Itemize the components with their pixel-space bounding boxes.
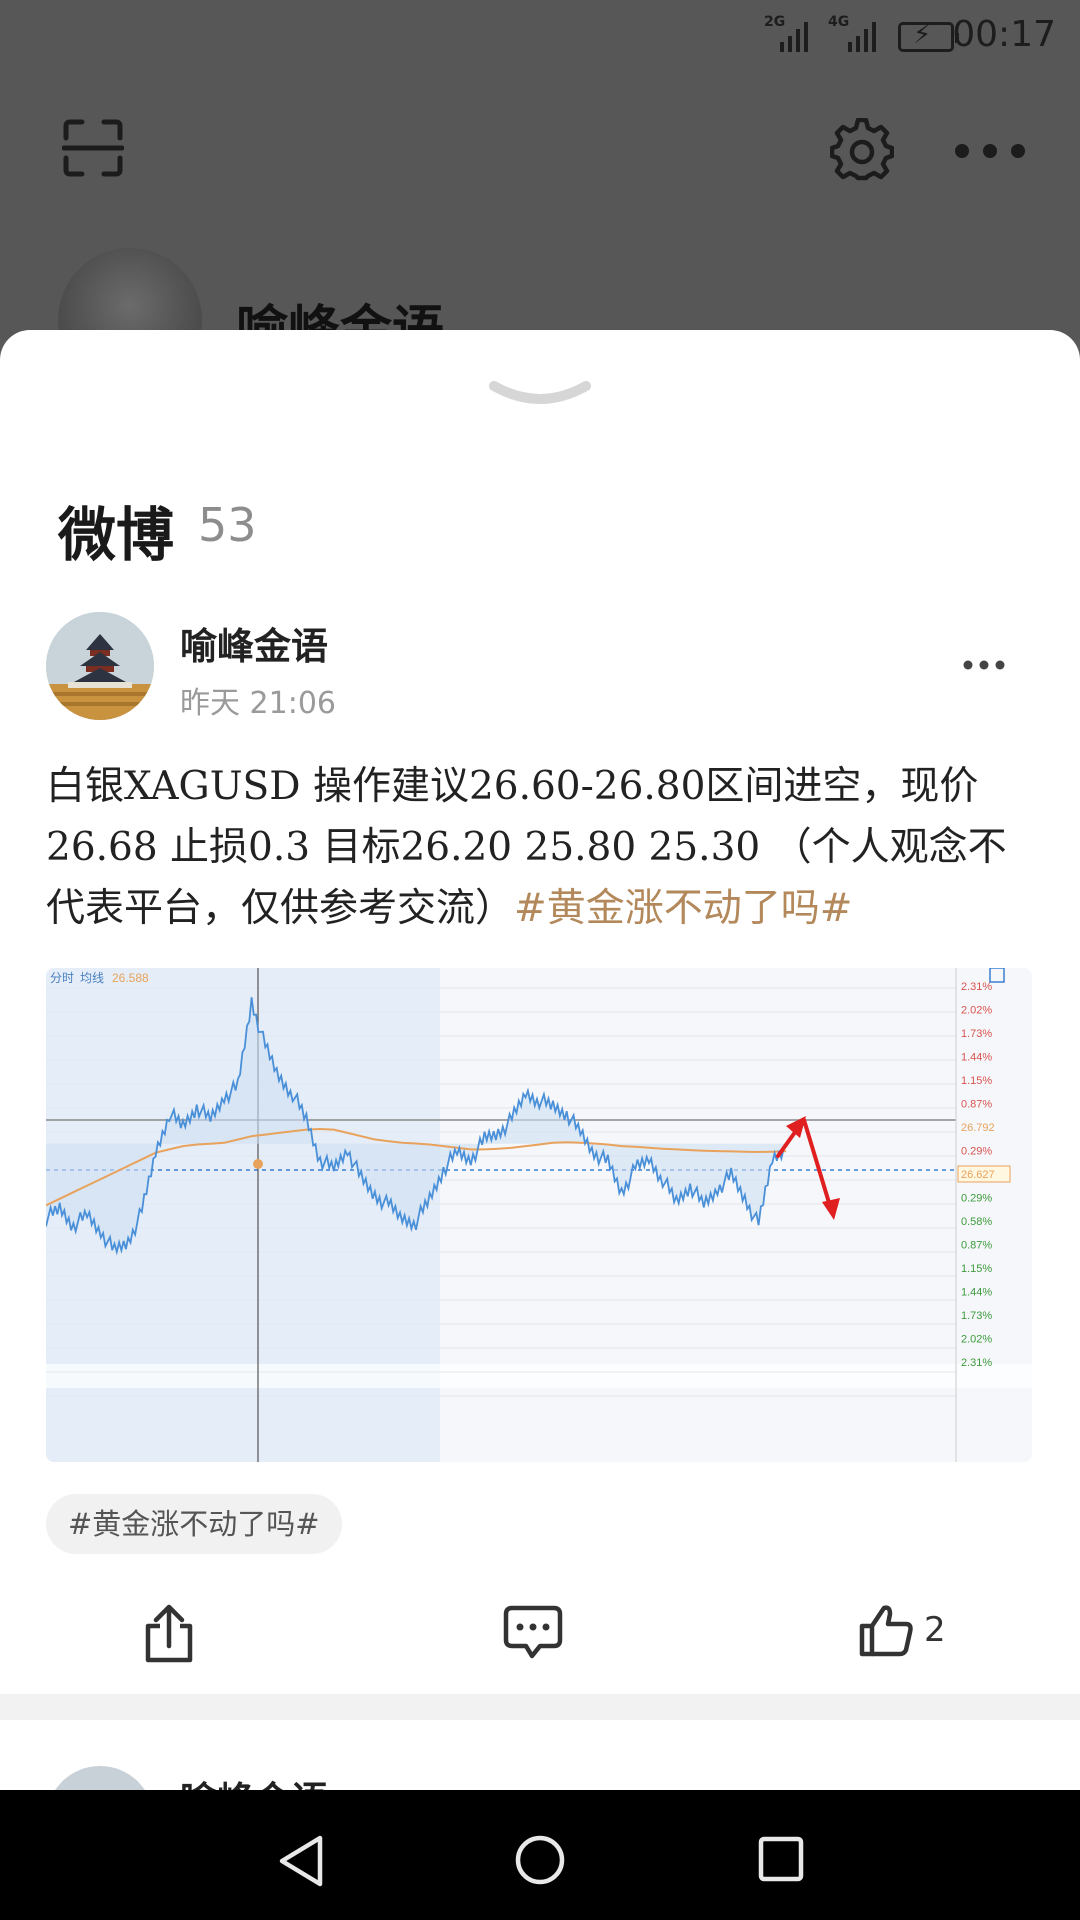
nav-recent-apps-icon[interactable] <box>758 1836 804 1882</box>
post-divider <box>0 1694 1080 1720</box>
navigation-bar <box>0 1790 1080 1920</box>
chart-header-label: 分时 <box>50 971 74 985</box>
crosshair-dot <box>253 1159 263 1169</box>
axis-tick-label: 2.02% <box>961 1334 992 1346</box>
price-chart: 分时 均线 26.588 2.31% 2.02% 1.73% 1.44% 1.15% 0.… <box>46 968 1032 1462</box>
axis-tick-label: 1.15% <box>961 1075 992 1087</box>
sheet-count: 53 <box>198 498 257 552</box>
axis-tick-label: 26.792 <box>961 1122 995 1134</box>
author-avatar[interactable] <box>46 612 154 720</box>
post-more-icon[interactable] <box>962 658 1006 672</box>
axis-tick-label: 0.29% <box>961 1193 992 1205</box>
post-hashtag-link[interactable]: #黄金涨不动了吗# <box>514 886 852 931</box>
axis-tick-label: 0.87% <box>961 1099 992 1111</box>
nav-back-icon[interactable] <box>276 1834 326 1888</box>
axis-tick-label: 1.15% <box>961 1263 992 1275</box>
axis-tick-label: 2.02% <box>961 1005 992 1017</box>
temple-image <box>46 612 154 720</box>
axis-tick-label: 1.73% <box>961 1028 992 1040</box>
axis-tick-label: 0.87% <box>961 1240 992 1252</box>
share-icon[interactable] <box>140 1602 200 1666</box>
chart-avg-value: 26.588 <box>112 971 149 985</box>
like-button[interactable]: 2 <box>858 1602 978 1662</box>
author-name[interactable]: 喻峰金语 <box>180 616 328 670</box>
chart-image[interactable]: 分时 均线 26.588 2.31% 2.02% 1.73% 1.44% 1.15% 0.… <box>46 968 1032 1462</box>
signal-4g-icon: 4G <box>828 14 880 52</box>
like-count: 2 <box>924 1610 946 1650</box>
axis-tick-label: 1.44% <box>961 1287 992 1299</box>
sheet-collapse-handle-icon[interactable] <box>488 378 592 418</box>
battery-icon: ⚡ <box>898 20 959 52</box>
settings-gear-icon[interactable] <box>830 118 894 182</box>
comment-icon[interactable] <box>502 1602 564 1662</box>
post-time: 昨天 21:06 <box>180 686 336 721</box>
axis-tick-label: 1.44% <box>961 1052 992 1064</box>
more-options-icon[interactable] <box>952 140 1028 162</box>
hashtag-pill[interactable]: #黄金涨不动了吗# <box>46 1494 342 1554</box>
weibo-sheet: 微博 53 喻峰金语 昨天 21:06 白银XAGUSD 操作建议26.60-2… <box>0 330 1080 1790</box>
chart-expand-icon <box>989 968 1005 983</box>
signal-2g-icon: 2G <box>764 14 810 52</box>
axis-tick-label: 2.31% <box>961 981 992 993</box>
thumbs-up-icon <box>859 1605 913 1657</box>
axis-tick-label: 0.29% <box>961 1146 992 1158</box>
status-bar: 2G 4G ⚡ 00:17 <box>0 0 1080 72</box>
axis-tick-label: 0.58% <box>961 1216 992 1228</box>
next-post-avatar[interactable] <box>46 1766 154 1790</box>
axis-tick-label: 26.627 <box>961 1169 995 1181</box>
red-up-arrow <box>776 1116 806 1158</box>
scan-icon[interactable] <box>62 118 124 178</box>
nav-home-icon[interactable] <box>514 1834 566 1886</box>
next-post-author[interactable]: 喻峰金语 <box>180 1770 328 1790</box>
sheet-title: 微博 <box>58 501 175 569</box>
post-text: 白银XAGUSD 操作建议26.60-26.80区间进空，现价26.68 止损0… <box>46 756 1036 939</box>
status-time: 00:17 <box>952 14 1056 55</box>
chart-avg-label: 均线 <box>80 971 104 985</box>
right-axis-labels: 2.31% 2.02% 1.73% 1.44% 1.15% 0.87% 26.792 0.29… <box>957 981 1011 1369</box>
axis-tick-label: 2.31% <box>961 1357 992 1369</box>
axis-tick-label: 1.73% <box>961 1310 992 1322</box>
